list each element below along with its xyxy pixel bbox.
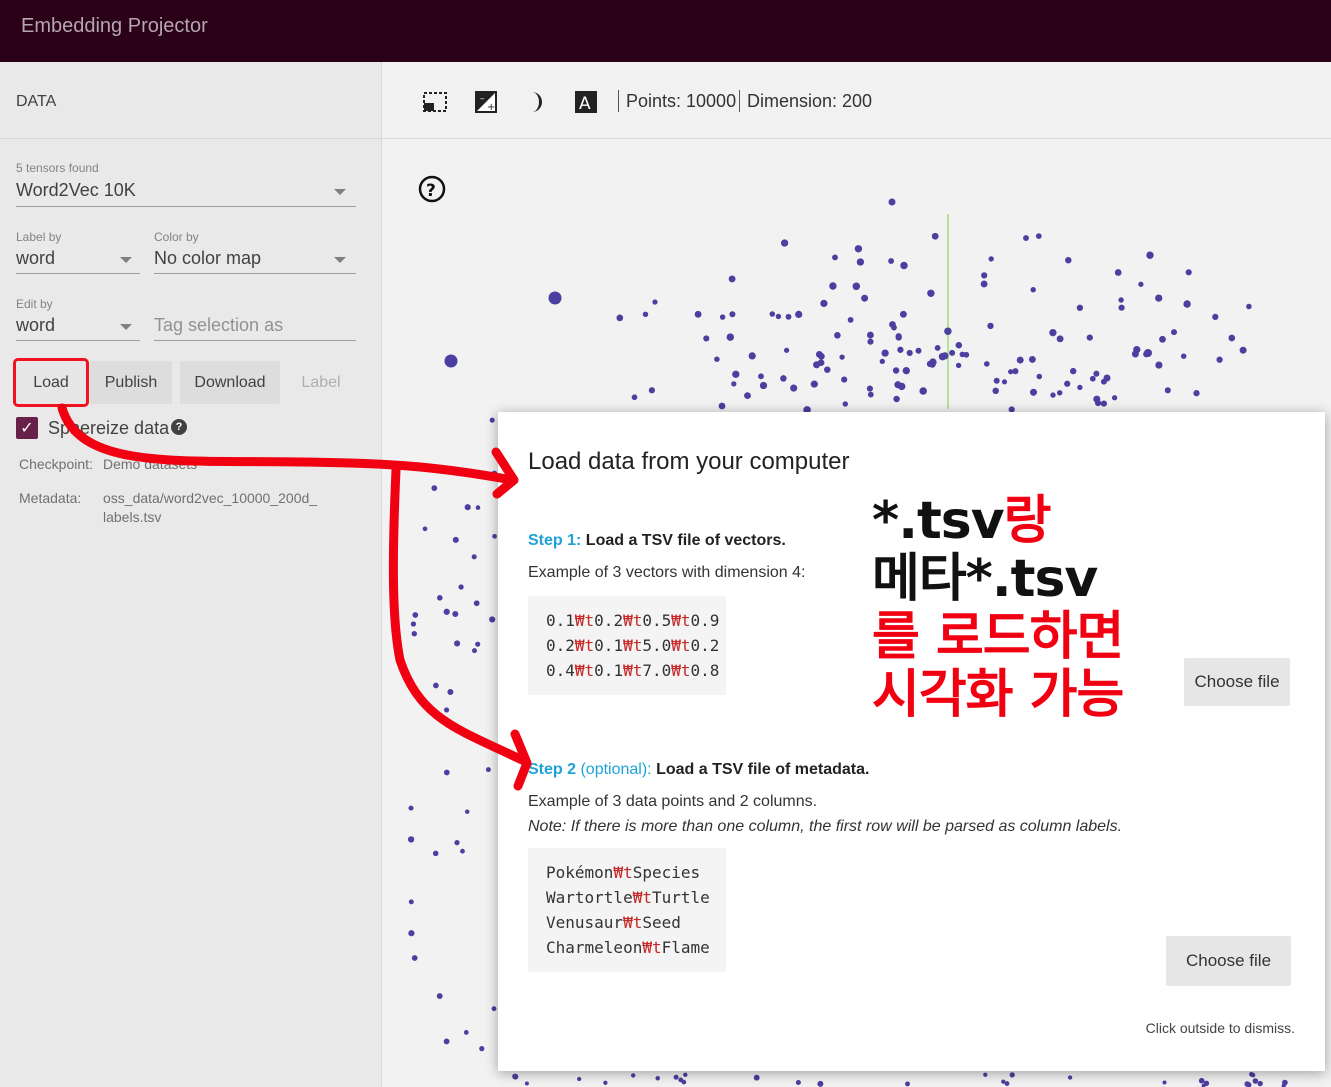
korean-annotation: *.tsv랑 메타*.tsv 를 로드하면 시각화 가능 <box>872 491 1124 725</box>
annotation-arrows <box>57 403 532 791</box>
